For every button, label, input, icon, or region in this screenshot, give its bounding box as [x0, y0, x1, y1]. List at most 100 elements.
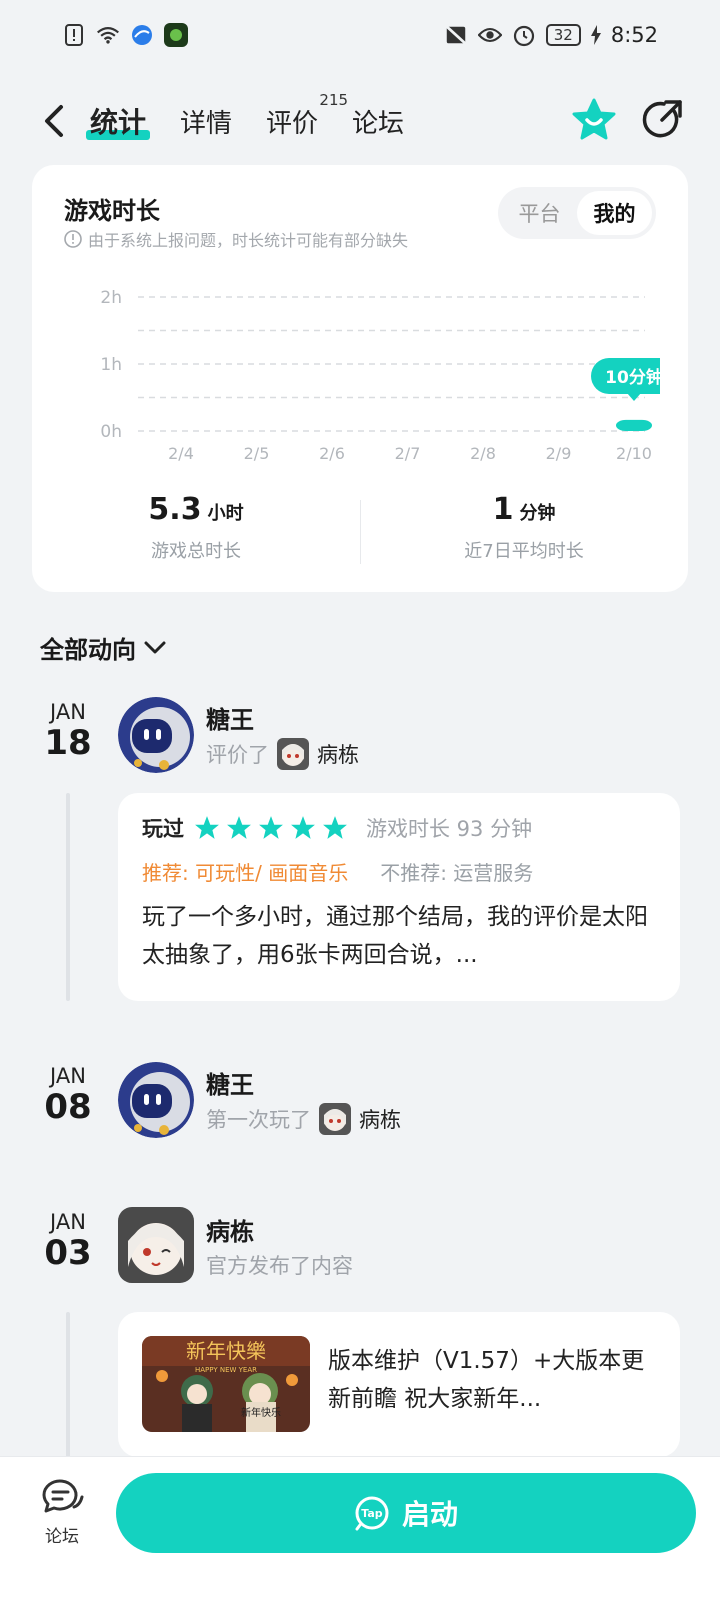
playtime-chart: 2h 1h 0h 2/4 2/5 2/6 2/7 2/8 2/9 2/10 10分钟	[100, 288, 660, 463]
robot-avatar-icon	[118, 1062, 194, 1138]
star-icon	[227, 816, 251, 839]
activity-game[interactable]: 病栋	[359, 1104, 401, 1134]
launch-button[interactable]: Tap 启动	[116, 1473, 696, 1553]
avg-playtime-unit: 分钟	[519, 503, 556, 524]
thumb-sign: 新年快乐	[241, 1406, 281, 1419]
tap-logo-text: Tap	[361, 1507, 383, 1520]
activity-filter[interactable]: 全部动向	[40, 630, 166, 665]
star-icon	[323, 816, 347, 839]
bar	[616, 419, 652, 431]
game-app-icon	[164, 23, 188, 47]
avg-playtime-value: 1	[492, 492, 514, 527]
share-icon[interactable]	[640, 98, 684, 146]
browser-app-icon	[130, 23, 154, 47]
activity-description: 评价了 病栋	[206, 738, 359, 770]
avg-playtime-label: 近7日平均时长	[464, 541, 584, 562]
x-tick-label: 2/10	[616, 444, 652, 463]
activity-date: JAN 03	[28, 1210, 108, 1272]
date-day: 03	[44, 1233, 92, 1273]
activity-section-title: 全部动向	[40, 636, 136, 664]
x-tick-label: 2/4	[168, 444, 194, 463]
top-navigation: 统计 详情 评价 215 论坛	[0, 86, 720, 156]
tab-reviews[interactable]: 评价 215	[266, 91, 348, 140]
wifi-icon	[96, 23, 120, 47]
news-thumbnail: 新年快樂 HAPPY NEW YEAR 新年快乐	[142, 1336, 310, 1432]
review-playtime: 游戏时长 93 分钟	[366, 817, 533, 841]
launch-label: 启动	[401, 1498, 458, 1531]
total-playtime-unit: 小时	[207, 503, 244, 524]
y-tick-label: 0h	[100, 422, 122, 442]
y-tick-label: 1h	[100, 355, 122, 375]
activity-user[interactable]: 糖王	[206, 700, 254, 735]
total-playtime: 5.3 小时 游戏总时长	[32, 492, 360, 572]
activity-game[interactable]: 病栋	[317, 739, 359, 769]
playtime-title: 游戏时长	[64, 197, 160, 225]
eye-icon	[477, 23, 502, 47]
scope-toggle: 平台 我的	[498, 187, 656, 239]
charging-icon	[590, 23, 601, 47]
forum-button[interactable]: 论坛	[30, 1477, 94, 1547]
x-tick-label: 2/7	[395, 444, 421, 463]
activity-user[interactable]: 糖王	[206, 1065, 254, 1100]
x-tick-label: 2/6	[319, 444, 345, 463]
news-card[interactable]: 新年快樂 HAPPY NEW YEAR 新年快乐 版本维护（V1.57）+大版本…	[118, 1312, 680, 1457]
activity-date: JAN 08	[28, 1064, 108, 1126]
playtime-stats: 5.3 小时 游戏总时长 1 分钟 近7日平均时长	[32, 492, 688, 572]
forum-chat-icon	[42, 1479, 84, 1513]
toggle-mine[interactable]: 我的	[577, 191, 652, 235]
forum-label: 论坛	[45, 1527, 79, 1547]
star-icon	[259, 816, 283, 839]
x-tick-label: 2/5	[244, 444, 270, 463]
thumb-subtitle: HAPPY NEW YEAR	[195, 1366, 257, 1374]
date-month: JAN	[50, 1064, 86, 1088]
tap-logo-icon: Tap	[355, 1496, 389, 1531]
review-not-recommend: 不推荐: 运营服务	[380, 861, 534, 885]
robot-avatar-icon	[118, 697, 194, 773]
date-day: 18	[44, 723, 92, 763]
activity-date: JAN 18	[28, 700, 108, 762]
notification-alert-icon	[62, 23, 86, 47]
tab-forum[interactable]: 论坛	[352, 103, 404, 140]
chevron-down-icon	[144, 641, 166, 653]
thumb-title: 新年快樂	[186, 1339, 266, 1363]
activity-description: 第一次玩了 病栋	[206, 1103, 401, 1135]
avatar[interactable]	[118, 697, 194, 773]
review-text: 玩了一个多小时，通过那个结局，我的评价是太阳太抽象了，用6张卡两回合说，...	[142, 904, 648, 968]
review-recommend: 推荐: 可玩性/ 画面音乐	[142, 861, 349, 885]
total-playtime-label: 游戏总时长	[151, 541, 241, 562]
timeline-line	[66, 793, 70, 1001]
review-count-badge: 215	[319, 90, 349, 109]
news-title: 版本维护（V1.57）+大版本更新前瞻 祝大家新年...	[328, 1348, 645, 1412]
favorite-star-icon[interactable]	[572, 98, 616, 146]
review-card[interactable]: 玩过 游戏时长 93 分钟 推荐: 可玩性/ 画面音乐 不推荐: 运营服务 玩了…	[118, 793, 680, 1001]
tab-details[interactable]: 详情	[180, 103, 232, 140]
date-day: 08	[44, 1087, 92, 1127]
info-icon	[64, 230, 82, 248]
avatar[interactable]	[118, 1062, 194, 1138]
x-tick-label: 2/9	[546, 444, 572, 463]
alarm-icon	[512, 23, 536, 47]
activity-action: 第一次玩了	[206, 1108, 311, 1132]
rating-stars	[194, 815, 348, 841]
timeline-line	[66, 1312, 70, 1462]
review-played-label: 玩过	[142, 817, 184, 841]
x-tick-label: 2/8	[470, 444, 496, 463]
sim-off-icon	[444, 23, 468, 47]
tooltip-label: 10分钟	[605, 367, 660, 388]
anime-girl-avatar-icon	[118, 1207, 194, 1283]
activity-description: 官方发布了内容	[206, 1250, 353, 1280]
playtime-card: 游戏时长 由于系统上报问题，时长统计可能有部分缺失 平台 我的 2h 1h 0h 2/…	[32, 165, 688, 592]
battery-indicator: 32	[545, 24, 581, 46]
activity-user[interactable]: 病栋	[206, 1212, 254, 1247]
tab-reviews-label: 评价	[266, 108, 319, 139]
toggle-platform[interactable]: 平台	[502, 191, 577, 235]
bottom-bar: 论坛 Tap 启动	[0, 1456, 720, 1600]
game-avatar[interactable]	[118, 1207, 194, 1283]
back-button[interactable]	[36, 103, 72, 139]
status-bar: 32 8:52	[0, 0, 720, 70]
star-icon	[195, 816, 219, 839]
star-icon	[291, 816, 315, 839]
date-month: JAN	[50, 700, 86, 724]
activity-action: 官方发布了内容	[206, 1254, 353, 1278]
tab-stats[interactable]: 统计	[85, 101, 151, 141]
